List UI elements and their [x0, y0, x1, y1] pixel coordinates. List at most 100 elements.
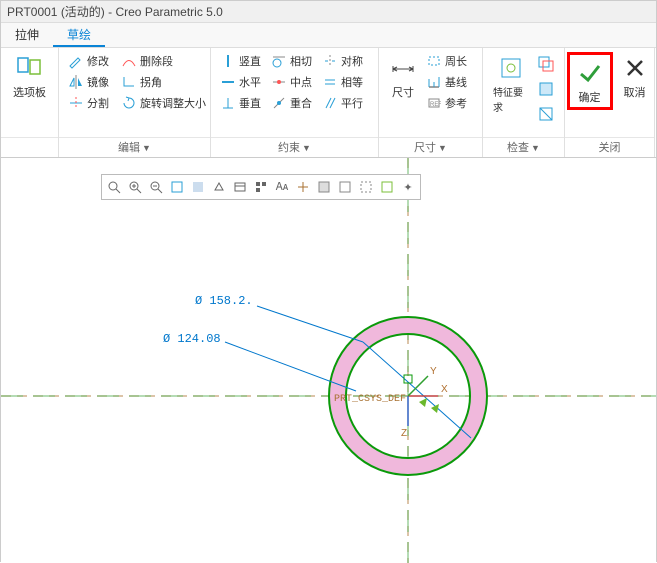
- zoom-window-button[interactable]: [104, 177, 124, 197]
- reference-label: 参考: [445, 95, 467, 111]
- baseline-label: 基线: [445, 74, 467, 90]
- split-icon: [68, 95, 84, 111]
- feature-requirements-label: 特征要求: [493, 84, 528, 114]
- refit-button[interactable]: [167, 177, 187, 197]
- tab-sketch[interactable]: 草绘: [53, 23, 105, 47]
- group-dimension: 尺寸 周长 基线 REF 参考 尺寸▼: [379, 48, 483, 157]
- group-dimension-label[interactable]: 尺寸▼: [379, 137, 482, 157]
- equal-button[interactable]: 相等: [319, 73, 366, 91]
- inspect-shade-button[interactable]: [534, 102, 558, 126]
- group-options-label: [1, 137, 58, 157]
- modify-label: 修改: [87, 53, 109, 69]
- group-constrain-label[interactable]: 约束▼: [211, 137, 378, 157]
- ribbon-tabs: 拉伸 草绘: [1, 23, 656, 48]
- reference-button[interactable]: REF 参考: [423, 94, 470, 112]
- perimeter-button[interactable]: 周长: [423, 52, 470, 70]
- horizontal-icon: [220, 74, 236, 90]
- view-toolbar: 🗛 ✦: [101, 174, 421, 200]
- axis-z: Z: [401, 428, 407, 439]
- mirror-label: 镜像: [87, 74, 109, 90]
- delete-segment-icon: [121, 53, 137, 69]
- tab-extrude[interactable]: 拉伸: [1, 23, 53, 47]
- feature-requirements-button[interactable]: 特征要求: [489, 52, 532, 116]
- parallel-label: 平行: [341, 95, 363, 111]
- ok-button[interactable]: 确定: [572, 57, 608, 107]
- dim-inner-text[interactable]: Ø 124.08: [163, 332, 221, 346]
- rotate-resize-icon: [121, 95, 137, 111]
- vertical-label: 竖直: [239, 53, 261, 69]
- sketch-stage: Ø 158.2. Ø 124.08 PRT_CSYS_DEF X Y Z: [1, 158, 656, 563]
- modify-icon: [68, 53, 84, 69]
- tangent-label: 相切: [290, 53, 312, 69]
- dimension-button[interactable]: 尺寸: [385, 52, 421, 102]
- sketch-view-button[interactable]: [377, 177, 397, 197]
- zoom-out-button[interactable]: [146, 177, 166, 197]
- horizontal-label: 水平: [239, 74, 261, 90]
- dim-outer-leader: [257, 306, 363, 342]
- saved-views-button[interactable]: [230, 177, 250, 197]
- coincident-label: 重合: [290, 95, 312, 111]
- close-icon: [621, 54, 649, 82]
- inspect-overlap-button[interactable]: [534, 52, 558, 76]
- parallel-icon: [322, 95, 338, 111]
- coincident-button[interactable]: 重合: [268, 94, 315, 112]
- delete-segment-button[interactable]: 删除段: [118, 52, 209, 70]
- perpendicular-icon: [220, 95, 236, 111]
- check-icon: [576, 59, 604, 87]
- options-palette-button[interactable]: 选项板: [9, 52, 50, 102]
- corner-button[interactable]: 拐角: [118, 73, 209, 91]
- group-close-label: 关闭: [565, 137, 654, 157]
- perimeter-label: 周长: [445, 53, 467, 69]
- ok-label: 确定: [579, 89, 601, 105]
- datum-display-button[interactable]: [293, 177, 313, 197]
- dimension-icon: [389, 54, 417, 82]
- display-style-button[interactable]: [209, 177, 229, 197]
- sketch-display-button[interactable]: ✦: [398, 177, 418, 197]
- wireframe-button[interactable]: [335, 177, 355, 197]
- group-inspect: 特征要求 检查▼: [483, 48, 565, 157]
- corner-label: 拐角: [140, 74, 162, 90]
- group-options: 选项板: [1, 48, 59, 157]
- midpoint-label: 中点: [290, 74, 312, 90]
- vertical-button[interactable]: 竖直: [217, 52, 264, 70]
- mirror-button[interactable]: 镜像: [65, 73, 112, 91]
- hidden-button[interactable]: [356, 177, 376, 197]
- split-button[interactable]: 分割: [65, 94, 112, 112]
- group-edit-label[interactable]: 编辑▼: [59, 137, 210, 157]
- dim-outer-text[interactable]: Ø 158.2.: [195, 294, 253, 308]
- equal-icon: [322, 74, 338, 90]
- perpendicular-label: 垂直: [239, 95, 261, 111]
- baseline-button[interactable]: 基线: [423, 73, 470, 91]
- axis-y: Y: [430, 366, 437, 377]
- tangent-button[interactable]: 相切: [268, 52, 315, 70]
- split-label: 分割: [87, 95, 109, 111]
- rotate-resize-button[interactable]: 旋转调整大小: [118, 94, 209, 112]
- ribbon: 选项板 修改 镜像 分割: [1, 48, 656, 158]
- repaint-button[interactable]: [188, 177, 208, 197]
- reference-icon: REF: [426, 95, 442, 111]
- rotate-resize-label: 旋转调整大小: [140, 95, 206, 111]
- zoom-in-button[interactable]: [125, 177, 145, 197]
- view-manager-button[interactable]: [251, 177, 271, 197]
- svg-text:REF: REF: [430, 102, 441, 108]
- perimeter-icon: [426, 53, 442, 69]
- dimension-label: 尺寸: [392, 84, 414, 100]
- annotation-display-button[interactable]: 🗛: [272, 177, 292, 197]
- perpendicular-button[interactable]: 垂直: [217, 94, 264, 112]
- ok-highlight: 确定: [567, 52, 613, 110]
- axis-x: X: [441, 384, 448, 395]
- symmetric-button[interactable]: 对称: [319, 52, 366, 70]
- modify-button[interactable]: 修改: [65, 52, 112, 70]
- parallel-button[interactable]: 平行: [319, 94, 366, 112]
- horizontal-button[interactable]: 水平: [217, 73, 264, 91]
- sketch-canvas[interactable]: 🗛 ✦ Ø 158.2. Ø 124.08 PRT_CSYS_DEF X Y: [1, 158, 656, 563]
- mirror-icon: [68, 74, 84, 90]
- group-inspect-label[interactable]: 检查▼: [483, 137, 564, 157]
- shade-button[interactable]: [314, 177, 334, 197]
- midpoint-button[interactable]: 中点: [268, 73, 315, 91]
- inspect-highlight-button[interactable]: [534, 77, 558, 101]
- corner-icon: [121, 74, 137, 90]
- delete-segment-label: 删除段: [140, 53, 173, 69]
- cancel-button[interactable]: 取消: [617, 52, 653, 102]
- midpoint-icon: [271, 74, 287, 90]
